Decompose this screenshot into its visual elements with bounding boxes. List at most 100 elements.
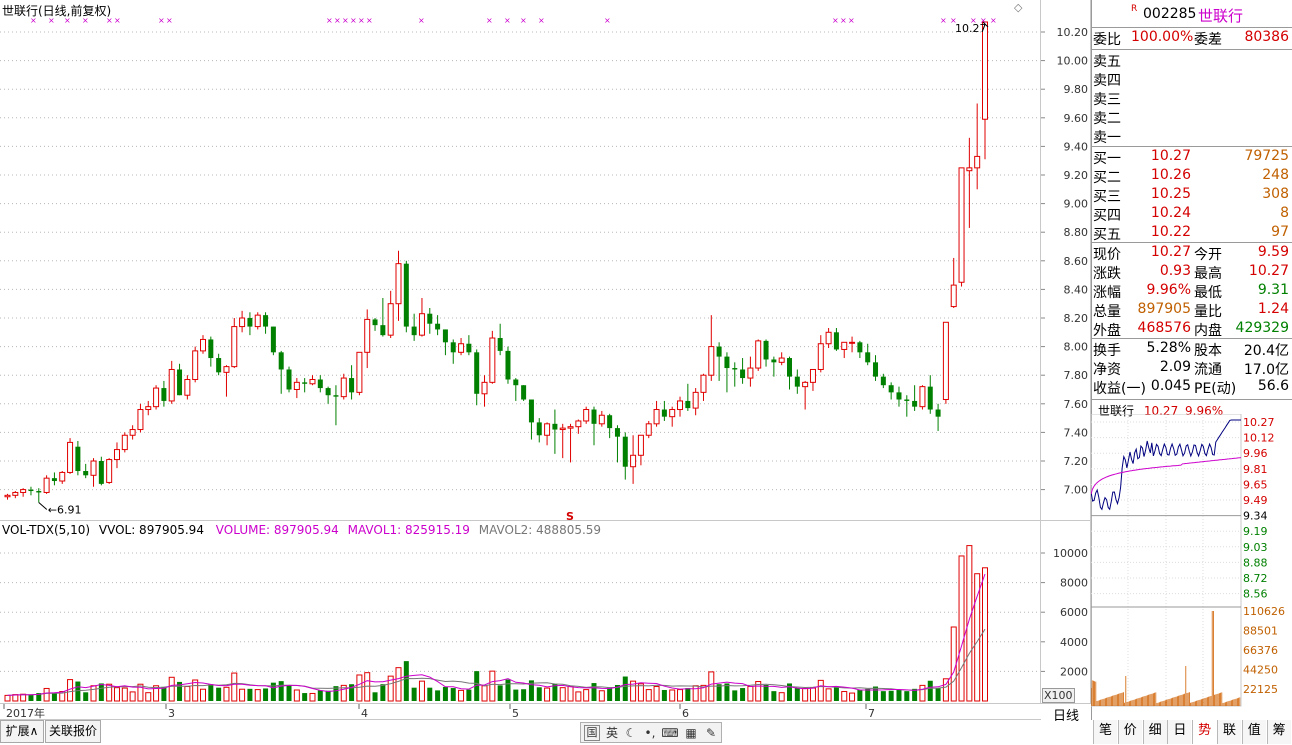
price-tick-label: 8.80 <box>1064 226 1089 239</box>
volume-bar-down <box>716 684 722 701</box>
tab-笔[interactable]: 笔 <box>1093 720 1117 744</box>
wrench-icon[interactable]: ✎ <box>702 724 720 742</box>
volume-bar-down <box>411 687 417 701</box>
candle-body-up <box>825 331 832 345</box>
tab-势[interactable]: 势 <box>1192 720 1217 744</box>
volume-bar-up <box>809 687 816 702</box>
signal-marker: × <box>990 16 997 25</box>
mini-price-tick: 10.27 <box>1243 416 1275 429</box>
tab-价[interactable]: 价 <box>1117 720 1142 744</box>
ask-row[interactable]: 卖四 <box>1093 70 1291 89</box>
candle-body-up <box>395 263 402 305</box>
volume-bar-down <box>505 679 511 701</box>
candle-body-up <box>192 350 199 380</box>
mini-price-tick: 9.65 <box>1243 478 1268 491</box>
ask-row[interactable]: 卖三 <box>1093 89 1291 108</box>
volume-bar-up <box>849 692 856 702</box>
volume-bar-down <box>591 683 597 701</box>
time-tick-label: 3 <box>168 707 175 720</box>
ime-language-button[interactable]: 英 <box>603 724 621 742</box>
mini-price-tick: 10.12 <box>1243 432 1275 445</box>
mini-intraday-svg[interactable]: 10.27 10.12 9.96 9.81 9.65 9.49 9.34 9.19 9.03 8.… <box>1091 414 1292 720</box>
tab-值[interactable]: 值 <box>1241 720 1266 744</box>
signal-marker: × <box>604 16 611 25</box>
grid-icon[interactable]: ▦ <box>682 724 700 742</box>
bid-row[interactable]: 买二 10.26 248 <box>1093 167 1291 186</box>
volume-bar-up <box>982 567 988 702</box>
candle-body-down <box>380 325 386 336</box>
candle-body-up <box>387 303 394 336</box>
candle-body-up <box>958 167 965 283</box>
punctuation-icon[interactable]: •, <box>641 724 659 742</box>
candle-body-up <box>637 434 644 456</box>
volume-bar-up <box>395 667 402 702</box>
candle-body-up <box>4 494 11 498</box>
mini-volume-tick: 88501 <box>1243 625 1278 638</box>
volume-bar-up <box>544 687 551 702</box>
candle-body-up <box>950 284 957 308</box>
mini-price-tick: 8.56 <box>1243 588 1268 601</box>
bid-row[interactable]: 买五 10.22 97 <box>1093 224 1291 243</box>
bid-row[interactable]: 买四 10.24 8 <box>1093 205 1291 224</box>
ask-row[interactable]: 卖一 <box>1093 127 1291 146</box>
candle-body-down <box>661 409 667 417</box>
keyboard-icon[interactable]: ⌨ <box>661 724 679 742</box>
signal-marker: × <box>520 16 527 25</box>
volume-bar-up <box>817 679 824 702</box>
signal-marker: × <box>418 16 425 25</box>
stock-name[interactable]: 世联行 <box>1198 5 1243 26</box>
price-tick-label: 9.40 <box>1064 140 1089 153</box>
fund-row: 收益(一) 0.045 PE(动) 56.6 <box>1093 378 1291 397</box>
volume-bar-up <box>121 687 128 702</box>
stat-row-value: 9.96% <box>1146 282 1191 298</box>
bid-row[interactable]: 买一 10.27 79725 <box>1093 148 1291 167</box>
volume-bar-down <box>904 691 910 701</box>
volume-bar-up <box>747 686 754 702</box>
tab-extension[interactable]: 扩展∧ <box>0 720 44 743</box>
tab-related-quotes[interactable]: 关联报价 <box>45 720 101 743</box>
tab-联[interactable]: 联 <box>1217 720 1241 744</box>
weibi-value: 100.00% <box>1131 29 1194 45</box>
bid-row[interactable]: 买三 10.25 308 <box>1093 186 1291 205</box>
mini-frame <box>1091 414 1242 707</box>
volume-bar-up <box>950 626 957 702</box>
volume-bar-up <box>653 686 660 702</box>
candle-body-down <box>591 409 597 424</box>
candle-body-up <box>982 21 988 120</box>
kline-chart-area[interactable]: 世联行(日线,前复权) ◇ × × × × × × × × × × × × × × × × × × × × × × × × × ×… <box>0 0 1041 521</box>
candle-body-up <box>137 409 144 431</box>
moon-icon[interactable]: ☾ <box>622 724 640 742</box>
volume-bar-down <box>661 689 667 701</box>
ask-row[interactable]: 卖二 <box>1093 108 1291 127</box>
ime-country-button[interactable]: 国 <box>584 725 600 741</box>
candle-body-down <box>263 315 269 327</box>
bid-price: 10.27 <box>1150 148 1191 164</box>
volume-bar-down <box>286 684 292 701</box>
mini-price-tick: 9.96 <box>1243 447 1268 460</box>
price-tick-label: 10.00 <box>1057 55 1089 68</box>
period-indicator[interactable]: 日线 <box>1053 705 1079 724</box>
volume-tick-label: 2000 <box>1060 665 1088 678</box>
ask-row[interactable]: 卖五 <box>1093 51 1291 70</box>
volume-bar-up <box>458 689 465 702</box>
price-axis-svg: 10.20 10.00 9.80 9.60 9.40 9.20 9.00 8.80 8.60 8.… <box>1041 26 1089 497</box>
candle-body-down <box>912 400 918 407</box>
volume-bar-up <box>645 689 652 702</box>
price-tick-label: 8.60 <box>1064 255 1089 268</box>
candle-body-up <box>90 460 97 476</box>
stat-row-value: 0.93 <box>1159 263 1191 279</box>
candle-body-up <box>239 317 246 328</box>
volume-bar-down <box>927 680 933 701</box>
candle-body-up <box>802 381 809 388</box>
volume-tick-label: 6000 <box>1060 606 1088 619</box>
time-tick-label: 4 <box>361 707 368 720</box>
time-tick-label: 5 <box>512 707 519 720</box>
signal-marker: × <box>350 16 357 25</box>
tab-筹[interactable]: 筹 <box>1266 720 1291 744</box>
volume-bar-down <box>865 688 871 701</box>
volume-chart-area[interactable]: VOL-TDX(5,10) VVOL: 897905.94 VOLUME: 89… <box>0 521 1041 704</box>
volume-bar-up <box>129 691 136 702</box>
tab-日[interactable]: 日 <box>1167 720 1192 744</box>
tab-细[interactable]: 细 <box>1142 720 1167 744</box>
volume-bar-down <box>98 683 104 701</box>
